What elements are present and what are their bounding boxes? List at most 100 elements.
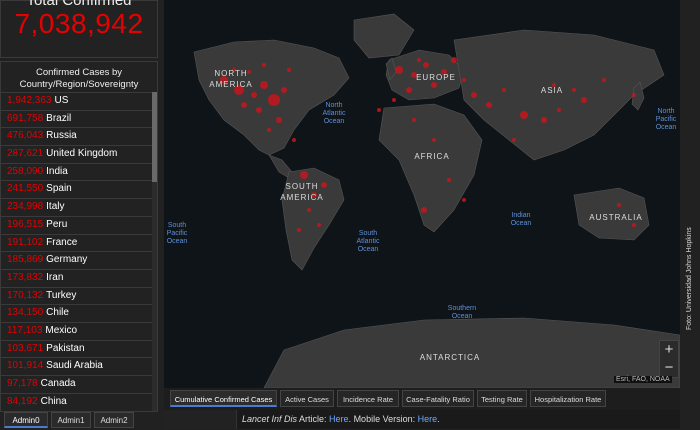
tab-case-fatality[interactable]: Case-Fatality Ratio	[402, 390, 474, 407]
label-north-pacific-3: Ocean	[656, 124, 677, 131]
label-europe: EUROPE	[416, 73, 456, 82]
case-count: 287,621	[7, 148, 44, 160]
case-bubble[interactable]	[512, 138, 516, 142]
list-scrollbar-thumb[interactable]	[152, 92, 157, 182]
case-bubble[interactable]	[412, 118, 416, 122]
case-bubble[interactable]	[462, 198, 466, 202]
case-bubble[interactable]	[451, 57, 457, 63]
list-item[interactable]: 1,942,363 US	[1, 92, 153, 110]
bottom-info-strip: Lancet Inf Dis Article: Here. Mobile Ver…	[164, 410, 680, 429]
country-name: India	[46, 165, 68, 177]
case-count: 103,671	[7, 342, 44, 354]
case-bubble[interactable]	[300, 171, 308, 179]
tab-incidence-rate[interactable]: Incidence Rate	[337, 390, 399, 407]
list-item[interactable]: 287,621 United Kingdom	[1, 145, 153, 163]
tab-admin0[interactable]: Admin0	[4, 412, 48, 428]
case-bubble[interactable]	[395, 66, 403, 74]
case-bubble[interactable]	[392, 98, 396, 102]
case-bubble[interactable]	[617, 203, 621, 207]
case-bubble[interactable]	[256, 107, 262, 113]
country-name: Chile	[46, 307, 69, 319]
case-bubble[interactable]	[557, 108, 561, 112]
tab-admin2[interactable]: Admin2	[94, 412, 134, 428]
case-bubble[interactable]	[406, 87, 412, 93]
zoom-in-button[interactable]: +	[660, 341, 678, 359]
case-bubble[interactable]	[297, 228, 301, 232]
case-bubble[interactable]	[602, 78, 606, 82]
case-bubble[interactable]	[241, 102, 247, 108]
case-bubble[interactable]	[268, 94, 280, 106]
case-bubble[interactable]	[307, 208, 311, 212]
list-item[interactable]: 84,192 China	[1, 392, 153, 411]
case-bubble[interactable]	[276, 117, 282, 123]
label-southern-2: Ocean	[452, 313, 473, 320]
case-bubble[interactable]	[377, 108, 381, 112]
case-bubble[interactable]	[632, 223, 636, 227]
tab-cumulative-confirmed[interactable]: Cumulative Confirmed Cases	[170, 390, 277, 407]
case-bubble[interactable]	[541, 117, 547, 123]
case-bubble[interactable]	[431, 82, 437, 88]
article-link[interactable]: Here	[329, 414, 349, 424]
case-count: 170,132	[7, 289, 44, 301]
case-bubble[interactable]	[502, 88, 506, 92]
case-bubble[interactable]	[287, 68, 291, 72]
list-item[interactable]: 476,043 Russia	[1, 127, 153, 145]
list-item[interactable]: 258,090 India	[1, 162, 153, 181]
list-item[interactable]: 196,515 Peru	[1, 215, 153, 234]
tab-testing-rate[interactable]: Testing Rate	[477, 390, 527, 407]
list-item[interactable]: 117,103 Mexico	[1, 321, 153, 340]
case-bubble[interactable]	[471, 92, 477, 98]
list-item[interactable]: 234,998 Italy	[1, 198, 153, 216]
case-bubble[interactable]	[417, 58, 421, 62]
case-bubble[interactable]	[317, 223, 321, 227]
total-confirmed-value: 7,038,942	[14, 8, 144, 39]
case-bubble[interactable]	[486, 102, 492, 108]
list-item[interactable]: 241,550 Spain	[1, 180, 153, 198]
case-bubble[interactable]	[281, 87, 287, 93]
admin-tabs: Admin0 Admin1 Admin2	[0, 412, 158, 429]
mobile-link[interactable]: Here	[418, 414, 438, 424]
list-item[interactable]: 97,178 Canada	[1, 375, 153, 393]
case-bubble[interactable]	[292, 138, 296, 142]
case-bubble[interactable]	[251, 92, 257, 98]
tab-admin1[interactable]: Admin1	[51, 412, 91, 428]
case-bubble[interactable]	[581, 97, 587, 103]
case-bubble[interactable]	[262, 63, 266, 67]
list-item[interactable]: 691,758 Brazil	[1, 109, 153, 128]
case-bubble[interactable]	[421, 207, 427, 213]
case-bubble[interactable]	[447, 178, 451, 182]
country-name: Italy	[46, 201, 65, 213]
case-bubble[interactable]	[267, 128, 271, 132]
map-attribution: Esri, FAO, NOAA	[614, 376, 672, 383]
list-item[interactable]: 103,671 Pakistan	[1, 339, 153, 358]
list-item[interactable]: 173,832 Iran	[1, 268, 153, 287]
case-bubble[interactable]	[462, 78, 466, 82]
country-name: Germany	[46, 254, 88, 266]
list-scrollbar[interactable]	[152, 92, 157, 411]
tab-active-cases[interactable]: Active Cases	[280, 390, 334, 407]
list-item[interactable]: 170,132 Turkey	[1, 286, 153, 305]
tab-hospitalization-rate[interactable]: Hospitalization Rate	[530, 390, 606, 407]
total-confirmed-panel: Total Confirmed 7,038,942	[0, 0, 158, 58]
case-bubble[interactable]	[260, 81, 268, 89]
map-canvas[interactable]: NORTH AMERICA SOUTH AMERICA EUROPE ASIA …	[164, 0, 680, 388]
list-item[interactable]: 185,869 Germany	[1, 251, 153, 269]
zoom-controls: + −	[659, 340, 679, 378]
label-africa: AFRICA	[414, 152, 449, 161]
case-bubble[interactable]	[423, 62, 429, 68]
case-bubble[interactable]	[572, 88, 576, 92]
label-north-pacific-1: North	[657, 108, 674, 115]
case-count: 476,043	[7, 130, 44, 142]
world-map[interactable]: NORTH AMERICA SOUTH AMERICA EUROPE ASIA …	[164, 0, 680, 388]
label-north-atlantic-2: Atlantic	[323, 110, 346, 117]
layer-tabs: Cumulative Confirmed Cases Active Cases …	[164, 388, 680, 410]
list-item[interactable]: 191,102 France	[1, 233, 153, 252]
case-bubble[interactable]	[321, 182, 327, 188]
case-bubble[interactable]	[432, 138, 436, 142]
label-north-atlantic-3: Ocean	[324, 118, 345, 125]
list-item[interactable]: 134,150 Chile	[1, 304, 153, 322]
list-item[interactable]: 101,914 Saudi Arabia	[1, 357, 153, 375]
case-bubble[interactable]	[520, 111, 528, 119]
zoom-out-button[interactable]: −	[660, 359, 678, 377]
case-bubble[interactable]	[632, 93, 636, 97]
